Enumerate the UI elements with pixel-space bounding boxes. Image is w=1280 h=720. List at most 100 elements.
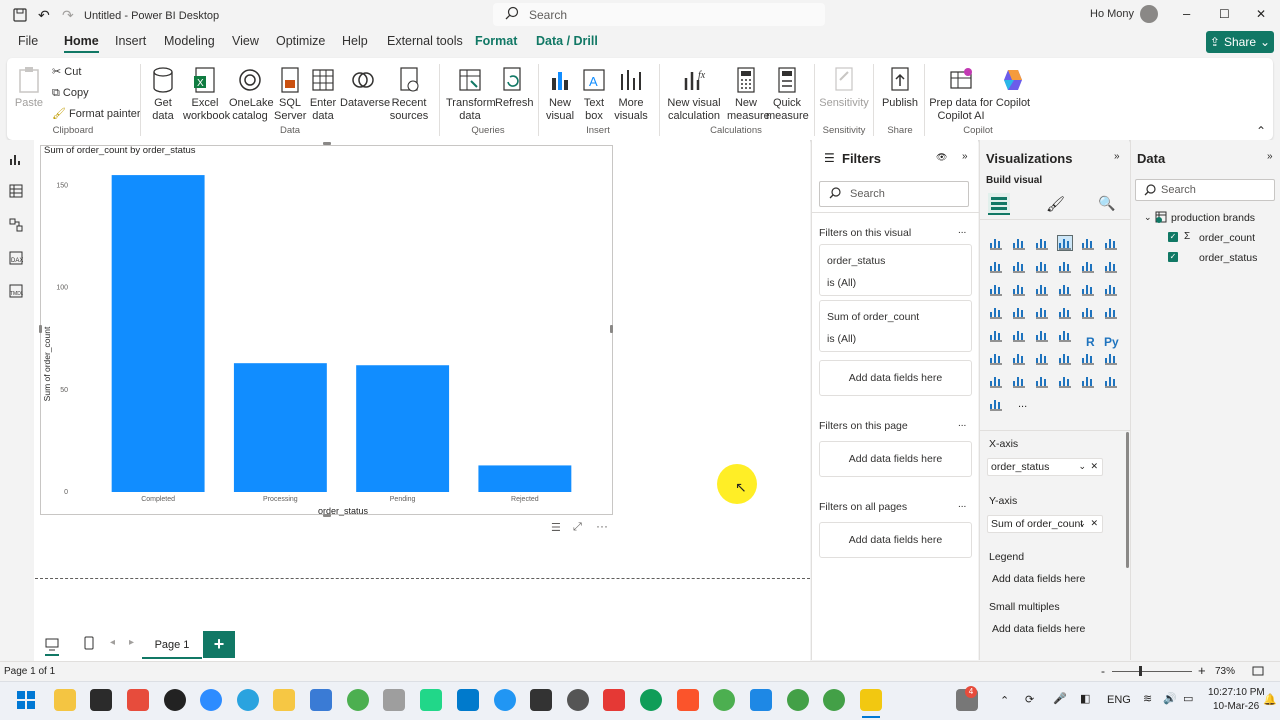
pycharm-icon[interactable] [420,689,442,711]
filled-map-visual-icon[interactable] [1034,304,1050,320]
power-bi-icon[interactable] [860,689,882,711]
arcgis-visual-icon[interactable] [1080,304,1096,320]
bar-processing[interactable] [233,363,327,492]
chrome-icon[interactable] [347,689,369,711]
app-icon[interactable] [494,689,516,711]
edge-icon[interactable] [640,689,662,711]
table-name[interactable]: production brands [1171,212,1255,224]
funnel-visual-icon[interactable] [1034,281,1050,297]
gauge-visual-icon[interactable] [1103,304,1119,320]
key-influencers-visual-icon[interactable] [1034,350,1050,366]
table-visual-icon[interactable] [988,350,1004,366]
menu-modeling[interactable]: Modeling [164,34,215,48]
menu-help[interactable]: Help [342,34,368,48]
clock-date[interactable]: 10-Mar-26 [1213,701,1259,712]
resize-handle-left[interactable] [39,325,42,333]
card-visual-icon[interactable] [988,327,1004,343]
enter-data-button[interactable]: Enter data [309,66,337,123]
menu-insert[interactable]: Insert [115,34,146,48]
brave-icon[interactable] [677,689,699,711]
collapse-ribbon-icon[interactable]: ⌃ [1256,124,1266,138]
collapse-viz-icon[interactable]: » [1114,151,1120,162]
resize-handle-bottom[interactable] [323,514,331,517]
app-icon[interactable] [273,689,295,711]
decomposition-tree-visual-icon[interactable] [1057,350,1073,366]
copilot-button[interactable]: Copilot [994,66,1032,110]
legend-dropzone[interactable]: Add data fields here [992,573,1085,585]
button-visual-icon[interactable] [988,396,1004,412]
clustered-bar-visual-icon[interactable] [1034,235,1050,251]
excel-workbook-button[interactable]: X Excel workbook [183,66,230,123]
app-icon[interactable] [750,689,772,711]
app-icon[interactable] [90,689,112,711]
collapse-data-icon[interactable]: » [1267,151,1273,162]
get-data-button[interactable]: Get data [146,66,180,123]
field-order-count[interactable]: order_count [1199,232,1255,244]
maximize-button[interactable]: ☐ [1219,7,1230,21]
add-page-filter-dropzone[interactable]: Add data fields here [819,441,972,477]
line-visual-icon[interactable] [988,258,1004,274]
app-icon[interactable] [383,689,405,711]
goals-visual-icon[interactable] [988,373,1004,389]
menu-file[interactable]: File [18,34,38,48]
image-visual-icon[interactable] [1103,373,1119,389]
y-axis-field-well[interactable]: Sum of order_count ⌄ ✕ [987,515,1103,533]
notifications-icon[interactable]: 🔔 [1263,693,1277,706]
windows-start-icon[interactable] [17,691,35,712]
add-page-button[interactable]: + [203,631,235,658]
sensitivity-button[interactable]: Sensitivity [818,66,870,110]
vscode-icon[interactable] [457,689,479,711]
onelake-catalog-button[interactable]: OneLake catalog [229,66,274,123]
map-visual-icon[interactable] [1011,304,1027,320]
chrome-icon[interactable] [787,689,809,711]
desktop-layout-icon[interactable] [45,637,59,654]
line-clustered-visual-icon[interactable] [1103,258,1119,274]
100-area-visual-icon[interactable] [1057,258,1073,274]
app-icon[interactable] [567,689,589,711]
filter-icon[interactable]: ☰ [551,521,561,534]
small-multiples-dropzone[interactable]: Add data fields here [992,623,1085,635]
sql-server-button[interactable]: SQL Server [274,66,306,123]
100-bar-visual-icon[interactable] [1080,235,1096,251]
undo-icon[interactable]: ↶ [38,7,50,24]
stacked-column-visual-icon[interactable] [1011,235,1027,251]
zoom-in-button[interactable]: + [1198,663,1206,678]
more-visuals-icon[interactable]: ... [1018,398,1027,410]
narrative-visual-icon[interactable] [1103,350,1119,366]
chevron-down-icon[interactable]: ⌄ [1144,212,1152,223]
donut-visual-icon[interactable] [1103,281,1119,297]
prep-data-copilot-button[interactable]: Prep data for Copilot AI [929,66,993,123]
data-search-input[interactable]: Search [1135,179,1275,201]
telegram-icon[interactable] [237,689,259,711]
title-search-box[interactable]: Search [493,3,825,26]
copy-button[interactable]: ⧉ Copy [52,87,89,100]
viz-scrollbar[interactable] [1126,432,1129,568]
chrome-icon[interactable] [823,689,845,711]
menu-view[interactable]: View [232,34,259,48]
mobile-layout-icon[interactable] [84,636,94,653]
remove-field-icon[interactable]: ✕ [1090,518,1098,529]
zoom-out-button[interactable]: - [1101,664,1105,678]
stacked-area-visual-icon[interactable] [1034,258,1050,274]
zoom-slider-thumb[interactable] [1139,666,1142,676]
line-column-visual-icon[interactable] [1080,258,1096,274]
menu-data-drill[interactable]: Data / Drill [536,34,598,48]
collapse-filters-icon[interactable]: » [962,151,968,162]
power-apps-visual-icon[interactable] [1034,373,1050,389]
new-visual-button[interactable]: New visual [544,66,576,123]
more-options-icon[interactable]: ··· [596,519,608,533]
battery-icon[interactable]: ▭ [1183,692,1193,705]
menu-format[interactable]: Format [475,34,517,48]
chrome-icon[interactable] [713,689,735,711]
field-checkbox-order-count[interactable]: ✓ [1168,232,1178,242]
app-icon[interactable] [127,689,149,711]
new-visual-calculation-button[interactable]: fx New visual calculation [664,66,724,123]
file-explorer-icon[interactable] [54,689,76,711]
pie-visual-icon[interactable] [1080,281,1096,297]
app-tray-icon[interactable]: ◧ [1080,692,1090,705]
model-view-icon[interactable] [9,218,23,235]
minimize-button[interactable]: – [1183,6,1190,21]
report-view-icon[interactable] [9,152,23,169]
bar-completed[interactable] [111,175,205,492]
language-indicator[interactable]: ENG [1107,694,1131,706]
